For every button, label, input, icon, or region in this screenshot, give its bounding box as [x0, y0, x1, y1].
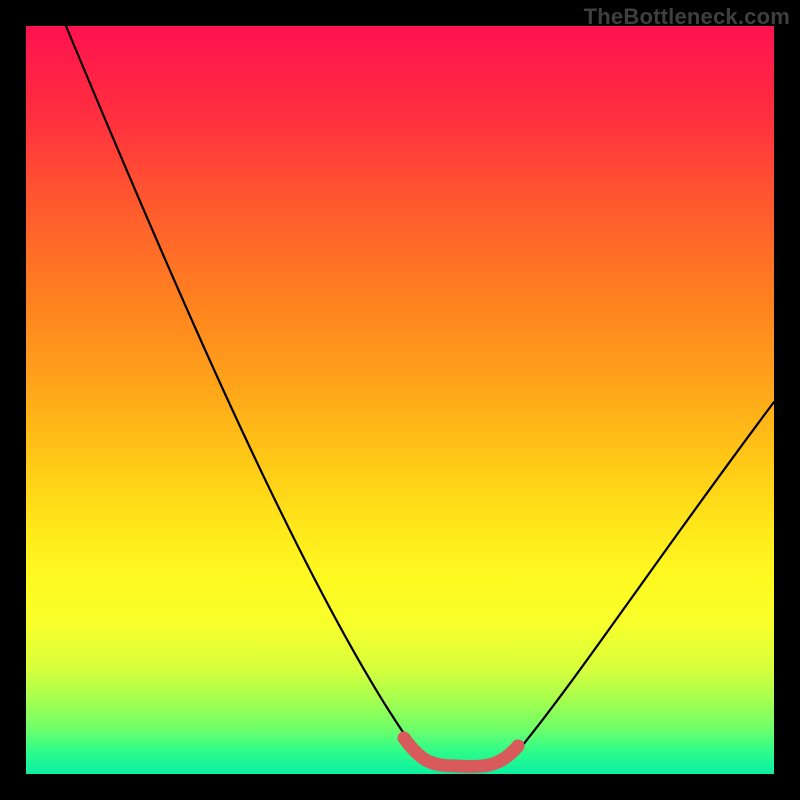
optimal-range-end-dot [512, 740, 525, 753]
optimal-range-start-dot [398, 732, 411, 745]
optimal-range-highlight [404, 738, 518, 767]
chart-frame: TheBottleneck.com [0, 0, 800, 800]
chart-gradient-background [26, 26, 774, 774]
watermark-text: TheBottleneck.com [584, 4, 790, 30]
bottleneck-curve [66, 26, 774, 767]
chart-svg [26, 26, 774, 774]
